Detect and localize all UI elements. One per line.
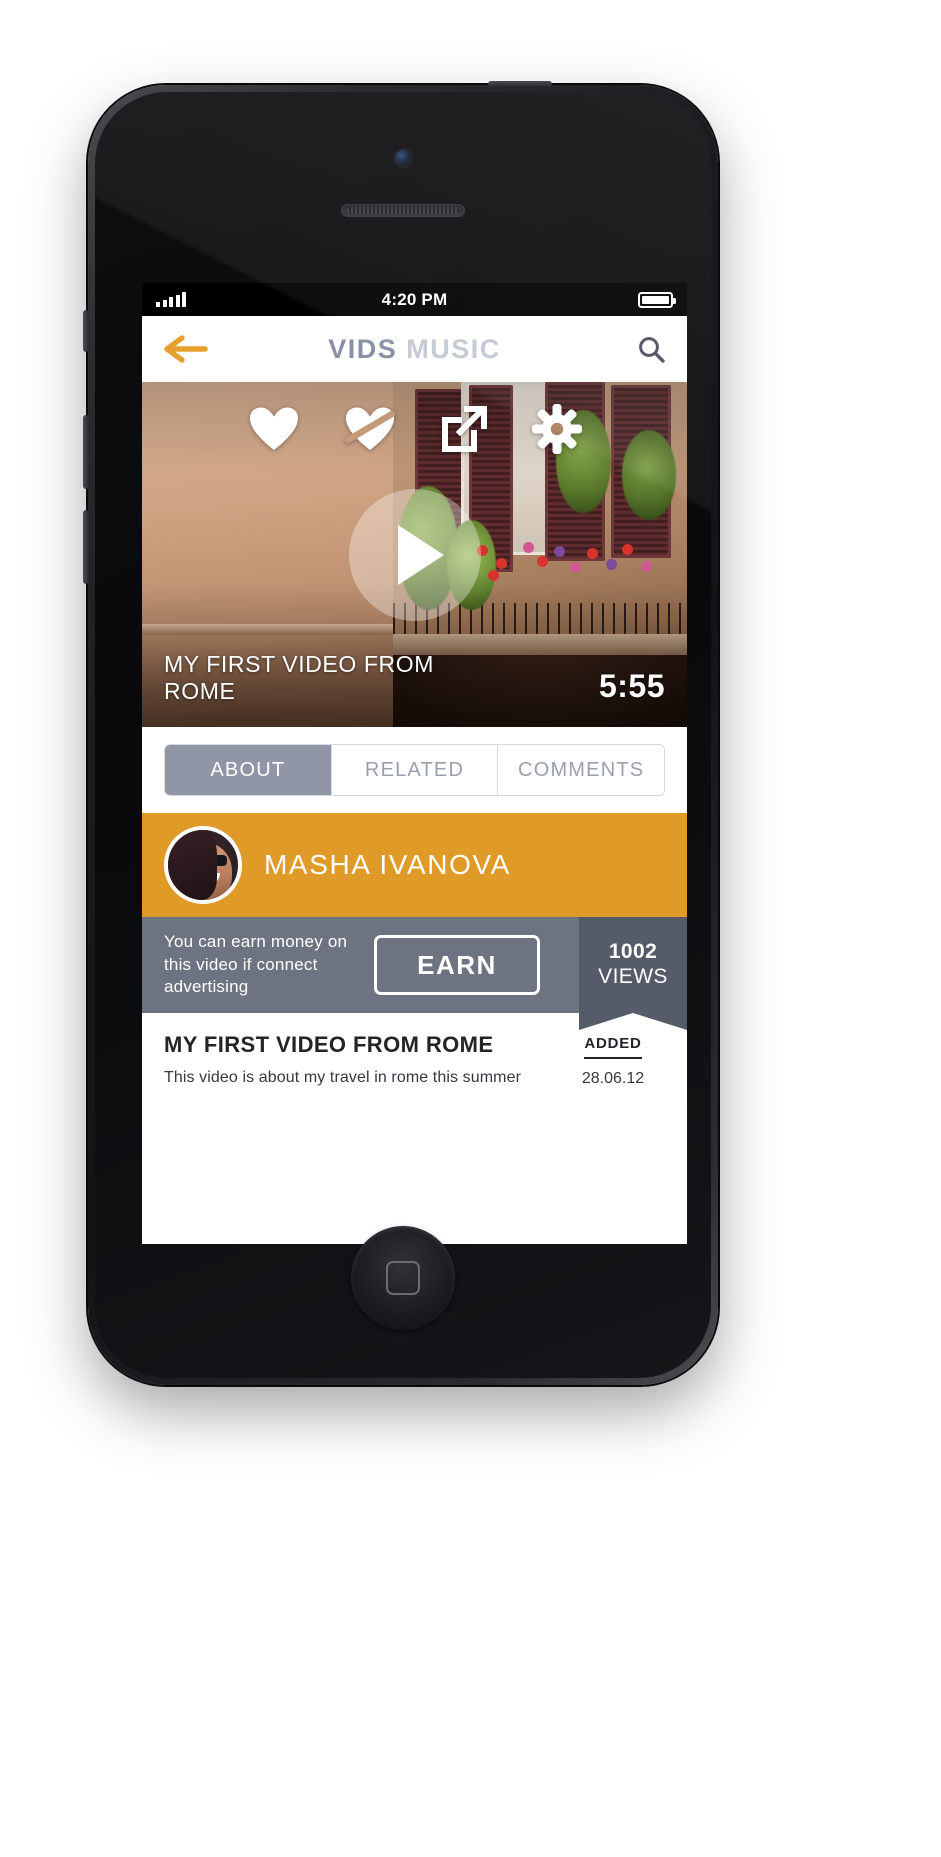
favorite-icon[interactable] — [248, 406, 300, 452]
volume-down-button[interactable] — [83, 510, 89, 584]
screenshot-canvas: 4:20 PM VIDS MUSIC MY FIRST VIDEO FROM R… — [0, 0, 941, 1857]
play-icon[interactable] — [348, 488, 481, 621]
unfavorite-icon[interactable] — [344, 406, 396, 452]
video-title: MY FIRST VIDEO FROM ROME — [164, 650, 434, 704]
share-icon[interactable] — [440, 405, 488, 453]
home-button[interactable] — [351, 1226, 455, 1330]
video-action-bar — [142, 404, 687, 454]
tab-comments[interactable]: COMMENTS — [497, 745, 664, 795]
home-square-icon — [386, 1261, 420, 1295]
author-bar[interactable]: MASHA IVANOVA — [142, 813, 687, 917]
earn-bar: You can earn money on this video if conn… — [142, 917, 687, 1030]
page-title: VIDS MUSIC — [142, 334, 687, 365]
earn-message: You can earn money on this video if conn… — [164, 932, 348, 997]
added-date: 28.06.12 — [581, 1070, 645, 1087]
author-name: MASHA IVANOVA — [264, 849, 511, 880]
top-button[interactable] — [488, 81, 552, 87]
brand-secondary: MUSIC — [406, 333, 501, 364]
status-bar-clock: 4:20 PM — [381, 289, 448, 309]
phone-screen: 4:20 PM VIDS MUSIC MY FIRST VIDEO FROM R… — [142, 283, 687, 1244]
earn-button[interactable]: EARN — [374, 935, 540, 995]
phone-bezel: 4:20 PM VIDS MUSIC MY FIRST VIDEO FROM R… — [95, 92, 711, 1378]
views-badge: 1002 VIEWS — [579, 917, 687, 1030]
tab-about[interactable]: ABOUT — [165, 745, 331, 795]
volume-up-button[interactable] — [83, 415, 89, 489]
brand-primary: VIDS — [328, 333, 398, 364]
earpiece-speaker — [341, 204, 465, 217]
app-header: VIDS MUSIC — [142, 316, 687, 382]
video-duration: 5:55 — [598, 668, 665, 704]
status-bar: 4:20 PM — [142, 283, 687, 316]
description-title: MY FIRST VIDEO FROM ROME — [164, 1032, 494, 1057]
added-label: ADDED — [584, 1035, 642, 1059]
avatar[interactable] — [164, 826, 242, 904]
views-count: 1002 — [608, 940, 658, 964]
battery-full-icon — [638, 291, 676, 308]
front-camera-icon — [395, 150, 411, 166]
tab-bar-container: ABOUT RELATED COMMENTS — [142, 727, 687, 813]
video-player[interactable]: MY FIRST VIDEO FROM ROME 5:55 — [142, 382, 687, 727]
tab-bar: ABOUT RELATED COMMENTS — [164, 744, 665, 796]
settings-gear-icon[interactable] — [531, 404, 582, 454]
power-button[interactable] — [83, 310, 89, 352]
description-body: This video is about my travel in rome th… — [164, 1069, 522, 1086]
video-caption: MY FIRST VIDEO FROM ROME 5:55 — [164, 651, 665, 705]
views-label: VIEWS — [598, 965, 668, 988]
tab-related[interactable]: RELATED — [330, 745, 498, 795]
phone-device: 4:20 PM VIDS MUSIC MY FIRST VIDEO FROM R… — [83, 81, 718, 1385]
